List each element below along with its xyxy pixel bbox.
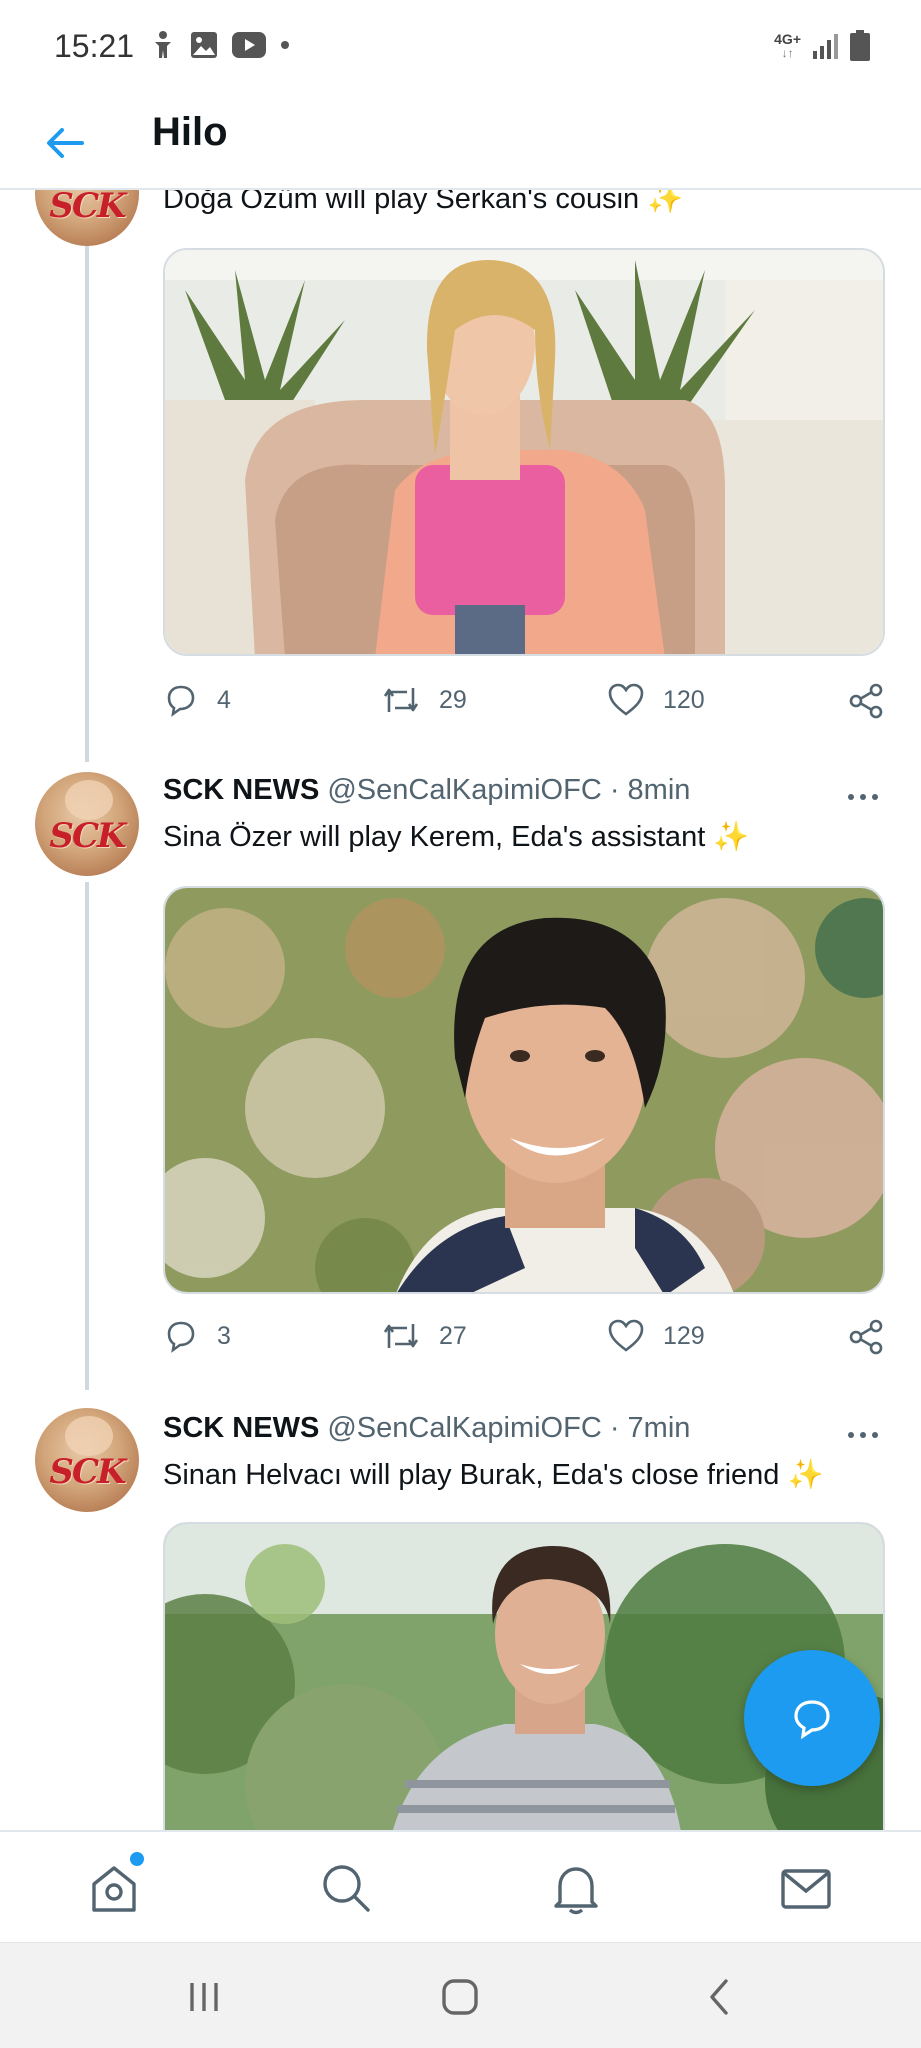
system-navigation xyxy=(0,1942,921,2048)
bell-icon xyxy=(554,1867,598,1915)
author-handle[interactable]: @SenCalKapimiOFC xyxy=(327,774,601,806)
more-options-button[interactable] xyxy=(841,1420,885,1450)
tweet-text: Doğa Özüm will play Serkan's cousin ✨ xyxy=(163,190,684,215)
share-icon[interactable] xyxy=(847,1318,885,1356)
avatar-face xyxy=(65,780,113,820)
heart-icon xyxy=(608,683,644,716)
like-count: 129 xyxy=(663,1321,705,1350)
retweet-count: 29 xyxy=(439,685,467,714)
author-name[interactable]: SCK NEWS xyxy=(163,1412,319,1444)
tweet-media[interactable] xyxy=(163,886,885,1294)
tweet-media[interactable] xyxy=(163,248,885,656)
search-icon xyxy=(323,1865,370,1912)
avatar[interactable]: SCK xyxy=(35,1408,139,1512)
photo-woman-in-armchair xyxy=(165,250,883,654)
retweet-icon xyxy=(383,688,419,712)
tweet-header: SCK NEWS @SenCalKapimiOFC · 8min xyxy=(163,774,690,807)
dot-icon xyxy=(281,41,289,49)
author-handle[interactable]: @SenCalKapimiOFC xyxy=(327,1412,601,1444)
signal-icon xyxy=(813,34,838,59)
notification-dot xyxy=(130,1852,144,1866)
network-label: 4G+ ↓↑ xyxy=(774,31,801,60)
nav-home[interactable] xyxy=(86,1852,144,1916)
author-name[interactable]: SCK NEWS xyxy=(163,774,319,806)
mail-icon xyxy=(781,1869,831,1909)
reply-button[interactable]: 4 xyxy=(163,682,231,718)
tweet-text: Sina Özer will play Kerem, Eda's assista… xyxy=(163,821,750,853)
retweet-count: 27 xyxy=(439,1321,467,1350)
status-bar: 15:21 4G+ ↓↑ xyxy=(0,0,921,92)
reply-icon xyxy=(167,685,195,717)
avatar-face xyxy=(65,1416,113,1456)
retweet-button[interactable]: 29 xyxy=(381,682,467,718)
nav-messages[interactable] xyxy=(778,1860,834,1916)
share-icon[interactable] xyxy=(847,682,885,720)
arrow-left-icon[interactable] xyxy=(40,118,90,168)
nav-notifications[interactable] xyxy=(548,1860,604,1916)
heart-icon xyxy=(608,1319,644,1352)
avatar[interactable]: SCK xyxy=(35,190,139,246)
bottom-navigation xyxy=(0,1830,921,1942)
thread-header: Hilo xyxy=(0,92,921,190)
reply-count: 4 xyxy=(217,685,231,714)
like-button[interactable]: 120 xyxy=(607,682,705,718)
avatar-logo: SCK xyxy=(49,1452,126,1492)
status-time: 15:21 xyxy=(54,28,135,64)
tweet-header: SCK NEWS @SenCalKapimiOFC · 7min xyxy=(163,1412,690,1445)
tweet-actions: 3 27 129 xyxy=(163,1318,885,1358)
thread-feed[interactable]: SCK Doğa Özüm will play Serkan's cousin … xyxy=(0,190,921,1830)
tweet-time: · 8min xyxy=(609,774,691,806)
reply-button[interactable]: 3 xyxy=(163,1318,231,1354)
tweet-time: · 7min xyxy=(609,1412,691,1444)
photo-smiling-man xyxy=(165,888,883,1292)
youtube-icon xyxy=(232,32,266,58)
avatar-logo: SCK xyxy=(49,190,126,226)
tweet-text: Sinan Helvacı will play Burak, Eda's clo… xyxy=(163,1459,824,1491)
like-count: 120 xyxy=(663,685,705,714)
back-chevron-icon[interactable] xyxy=(700,1977,740,2017)
avatar-logo: SCK xyxy=(49,816,126,856)
reply-count: 3 xyxy=(217,1321,231,1350)
recents-icon[interactable] xyxy=(184,1977,224,2017)
reply-icon xyxy=(167,1321,195,1353)
like-button[interactable]: 129 xyxy=(607,1318,705,1354)
gallery-icon xyxy=(191,32,217,58)
retweet-icon xyxy=(383,1324,419,1348)
nav-search[interactable] xyxy=(318,1860,374,1916)
retweet-button[interactable]: 27 xyxy=(381,1318,467,1354)
home-circle-icon[interactable] xyxy=(440,1977,480,2017)
avatar[interactable]: SCK xyxy=(35,772,139,876)
home-icon xyxy=(92,1866,136,1912)
tweet-actions: 4 29 120 xyxy=(163,682,885,722)
thread-connector xyxy=(85,882,89,1390)
accessibility-icon xyxy=(155,31,171,58)
more-options-button[interactable] xyxy=(841,782,885,812)
reply-bubble-icon xyxy=(794,1700,830,1740)
page-title: Hilo xyxy=(152,110,228,154)
compose-reply-button[interactable] xyxy=(744,1650,880,1786)
thread-connector xyxy=(85,246,89,762)
battery-icon xyxy=(850,30,870,61)
status-icons-right: 4G+ ↓↑ xyxy=(774,30,871,62)
status-icons-left xyxy=(150,30,290,60)
